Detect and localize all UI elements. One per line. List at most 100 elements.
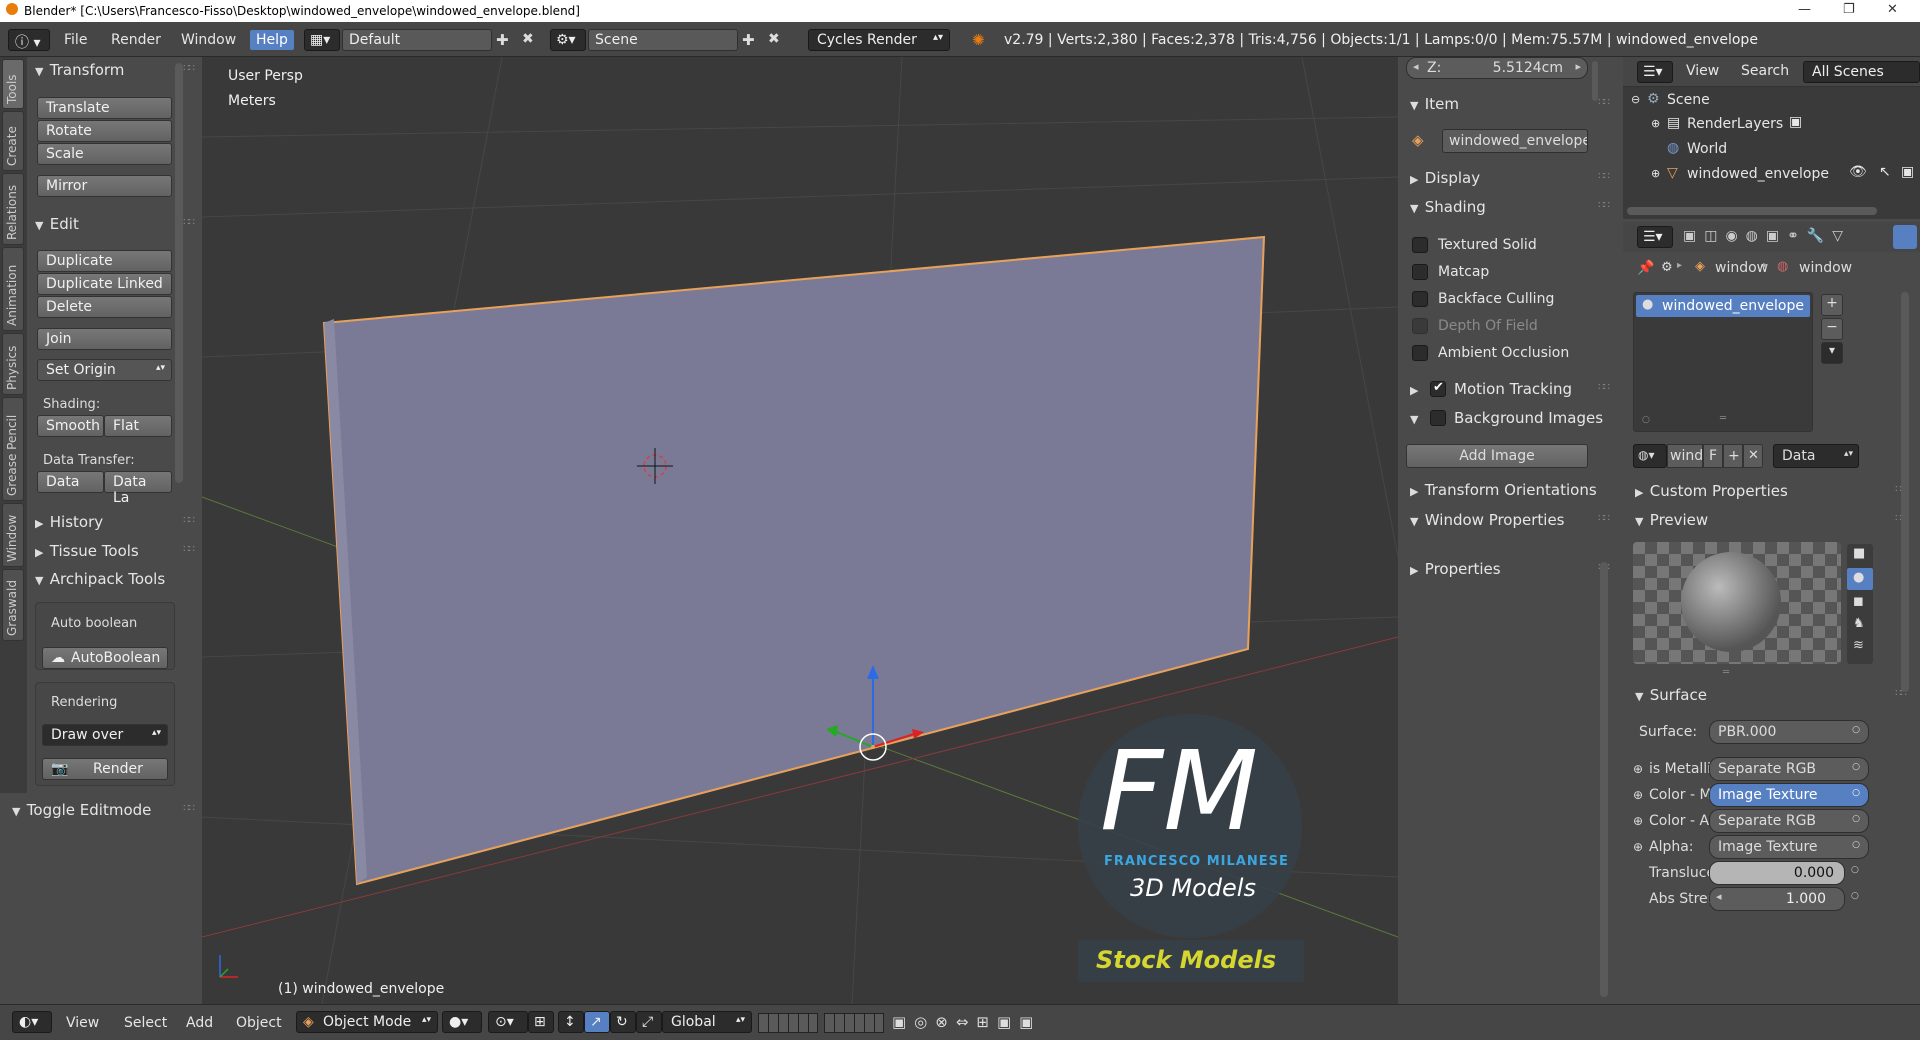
- tab-window[interactable]: Window: [2, 503, 24, 567]
- expand-icon[interactable]: ⊕: [1651, 117, 1660, 130]
- delete-button[interactable]: Delete: [37, 296, 172, 318]
- rotate-manipulator-button[interactable]: ↻: [610, 1011, 636, 1033]
- outliner-editor-type[interactable]: ☰▾: [1637, 61, 1673, 83]
- render-engine-dropdown[interactable]: Cycles Render ▴▾: [808, 29, 950, 51]
- outliner-menu-search[interactable]: Search: [1741, 63, 1789, 79]
- slot-menu-button[interactable]: ▾: [1821, 342, 1843, 364]
- close-button[interactable]: ✕: [1887, 2, 1898, 17]
- list-handle-icon[interactable]: ○: [1642, 415, 1650, 425]
- material-browse-button[interactable]: ◍▾: [1633, 444, 1667, 468]
- menu-window[interactable]: Window: [181, 32, 236, 48]
- mirror-button[interactable]: Mirror: [37, 175, 172, 197]
- is-metallic-field[interactable]: Separate RGB ○: [1709, 757, 1869, 781]
- chevron-left-icon[interactable]: ◂: [1413, 60, 1419, 73]
- translate-manipulator-button[interactable]: ↕: [558, 1011, 584, 1033]
- tab-create[interactable]: Create: [2, 111, 24, 171]
- join-button[interactable]: Join: [37, 328, 172, 350]
- material-tab-icon[interactable]: [1893, 225, 1917, 249]
- toggle-editmode-header[interactable]: ▼ Toggle Editmode: [12, 801, 151, 819]
- expand-socket-icon[interactable]: ⊕: [1633, 762, 1643, 776]
- material-name-field[interactable]: windo: [1667, 444, 1703, 468]
- panel-grip-icon[interactable]: ∷∷: [183, 515, 195, 526]
- pin-icon[interactable]: 📌: [1637, 260, 1654, 276]
- backface-culling-checkbox[interactable]: [1412, 291, 1428, 307]
- outliner-renderlayers[interactable]: RenderLayers: [1687, 116, 1783, 132]
- expand-socket-icon[interactable]: ⊕: [1633, 814, 1643, 828]
- preview-panel-header[interactable]: ▼ Preview: [1635, 511, 1708, 529]
- eye-icon[interactable]: 👁: [1849, 164, 1867, 180]
- hair-preview-icon[interactable]: ≋: [1853, 638, 1864, 653]
- layout-browse-button[interactable]: ▦▾: [304, 29, 340, 51]
- translate-button[interactable]: Translate: [37, 97, 172, 119]
- outliner-display-mode[interactable]: All Scenes: [1803, 61, 1920, 83]
- unlink-material-button[interactable]: ✕: [1743, 444, 1763, 468]
- tab-graswald[interactable]: Graswald: [2, 569, 24, 641]
- motion-tracking-header[interactable]: ▶: [1410, 380, 1420, 398]
- surface-panel-header[interactable]: ▼ Surface: [1635, 686, 1707, 704]
- npanel-scrollbar[interactable]: [1600, 562, 1608, 997]
- outliner-world[interactable]: World: [1687, 141, 1727, 157]
- link-data-dropdown[interactable]: Data ▴▾: [1773, 444, 1859, 468]
- editor-type-button[interactable]: ⓘ ▾: [8, 29, 50, 51]
- history-panel-header[interactable]: ▶ History: [35, 513, 103, 531]
- viewport-shading-dropdown[interactable]: ●▾: [442, 1011, 482, 1033]
- add-image-button[interactable]: Add Image: [1406, 444, 1588, 468]
- preview-resize-icon[interactable]: ═: [1723, 667, 1729, 678]
- panel-grip-icon[interactable]: ∷∷: [183, 217, 195, 228]
- panel-grip-icon[interactable]: ∷∷: [1598, 97, 1610, 108]
- mode-dropdown[interactable]: ◈ Object Mode ▴▾: [296, 1011, 438, 1033]
- remove-slot-button[interactable]: −: [1821, 318, 1843, 340]
- flat-preview-icon[interactable]: ■: [1853, 546, 1865, 561]
- layers-grid-b[interactable]: [824, 1013, 884, 1033]
- duplicate-linked-button[interactable]: Duplicate Linked: [37, 273, 172, 295]
- expand-icon[interactable]: ⊕: [1651, 167, 1660, 180]
- transform-orientations-header[interactable]: ▶ Transform Orientations: [1410, 481, 1597, 499]
- cursor-select-icon[interactable]: ↖: [1879, 164, 1891, 180]
- alpha-field[interactable]: Image Texture ○: [1709, 835, 1869, 859]
- motion-tracking-checkbox[interactable]: ✔: [1430, 380, 1446, 397]
- add-scene-icon[interactable]: ✚: [742, 31, 755, 49]
- expand-socket-icon[interactable]: ⊕: [1633, 840, 1643, 854]
- outliner-object[interactable]: windowed_envelope: [1687, 166, 1829, 182]
- menu-help[interactable]: Help: [250, 30, 294, 50]
- expand-socket-icon[interactable]: ⊕: [1633, 788, 1643, 802]
- dot-icon[interactable]: ○: [1851, 891, 1859, 901]
- menu-select[interactable]: Select: [124, 1015, 167, 1031]
- rotate-button[interactable]: Rotate: [37, 120, 172, 142]
- list-resize-icon[interactable]: ═: [1720, 413, 1726, 424]
- background-images-header[interactable]: ▼: [1410, 409, 1420, 427]
- panel-grip-icon[interactable]: ∷∷: [1598, 200, 1610, 211]
- tissue-panel-header[interactable]: ▶ Tissue Tools: [35, 542, 139, 560]
- menu-file[interactable]: File: [64, 32, 87, 48]
- panel-grip-icon[interactable]: ∷∷: [1598, 513, 1610, 524]
- data-layout-button[interactable]: Data La: [104, 471, 172, 506]
- properties-scrollbar[interactable]: [1901, 292, 1909, 692]
- window-properties-header[interactable]: ▼ Window Properties: [1410, 511, 1565, 529]
- material-slot-row[interactable]: ● windowed_envelope: [1636, 295, 1810, 317]
- render-camera-icon[interactable]: ▣: [1901, 164, 1914, 180]
- toolshelf-scrollbar[interactable]: [175, 63, 183, 483]
- surface-shader-field[interactable]: PBR.000 ○: [1709, 720, 1869, 744]
- outliner-menu-view[interactable]: View: [1686, 63, 1719, 79]
- dot-icon[interactable]: ○: [1851, 865, 1859, 875]
- duplicate-button[interactable]: Duplicate: [37, 250, 172, 272]
- draw-over-dropdown[interactable]: Draw over ▴▾: [42, 724, 168, 746]
- shade-smooth-button[interactable]: Smooth: [37, 415, 104, 437]
- sphere-preview-button[interactable]: ●: [1847, 568, 1873, 590]
- editor-type-button[interactable]: ◐▾: [12, 1011, 52, 1033]
- orientation-dropdown[interactable]: Global ▴▾: [662, 1011, 752, 1033]
- manipulator-toggle[interactable]: ⊞: [528, 1011, 554, 1033]
- menu-view[interactable]: View: [66, 1015, 99, 1031]
- npanel-scrollbar-top[interactable]: [1592, 61, 1598, 101]
- outliner-scene[interactable]: Scene: [1667, 92, 1710, 108]
- background-images-checkbox[interactable]: [1430, 410, 1446, 426]
- fake-user-button[interactable]: F: [1703, 444, 1723, 468]
- scale-button[interactable]: Scale: [37, 143, 172, 165]
- z-location-field[interactable]: ◂ Z: 5.5124cm ▸: [1406, 57, 1588, 79]
- panel-grip-icon[interactable]: ∷∷: [1598, 382, 1610, 393]
- collapse-icon[interactable]: ⊖: [1631, 93, 1640, 106]
- archipack-panel-header[interactable]: ▼ Archipack Tools: [35, 570, 165, 588]
- add-layout-icon[interactable]: ✚: [496, 31, 509, 49]
- minimize-button[interactable]: —: [1798, 2, 1811, 17]
- chevron-right-icon[interactable]: ▸: [1575, 60, 1581, 73]
